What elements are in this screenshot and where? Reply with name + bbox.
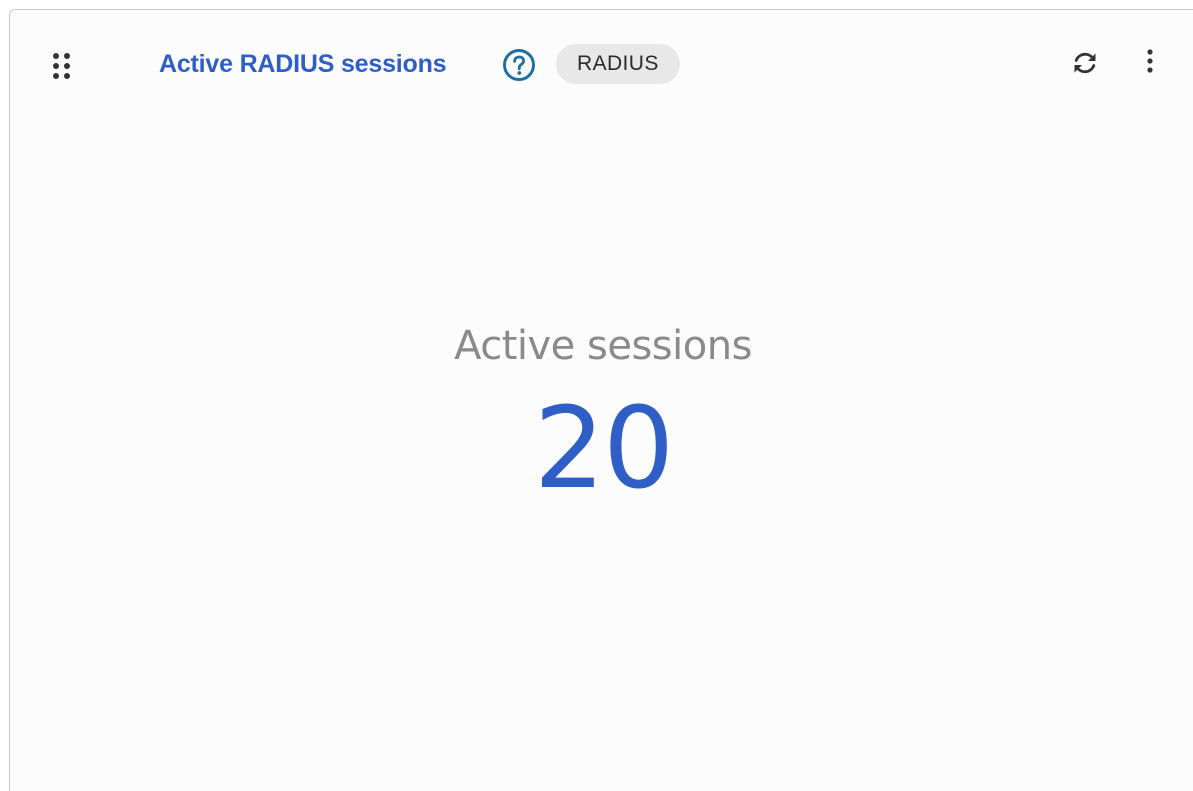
refresh-icon[interactable] bbox=[1068, 46, 1102, 80]
help-circle-icon[interactable] bbox=[502, 48, 536, 82]
metric-value: 20 bbox=[533, 384, 675, 514]
widget-title[interactable]: Active RADIUS sessions bbox=[159, 47, 447, 81]
drag-handle-icon[interactable] bbox=[50, 50, 74, 82]
widget-header: Active RADIUS sessions RADIUS bbox=[10, 10, 1193, 120]
metric-label: Active sessions bbox=[454, 323, 752, 369]
metric-display: Active sessions 20 bbox=[10, 310, 1193, 514]
more-vertical-icon[interactable] bbox=[1135, 46, 1165, 80]
category-badge: RADIUS bbox=[556, 44, 680, 84]
radius-sessions-widget: Active RADIUS sessions RADIUS Active ses… bbox=[9, 9, 1193, 791]
